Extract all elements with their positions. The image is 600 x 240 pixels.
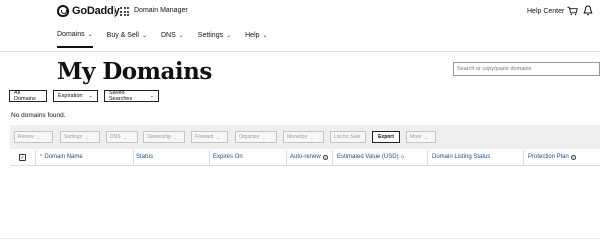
button-label: List for Sale xyxy=(334,134,361,140)
button-label: Organize xyxy=(239,134,260,140)
saved-searches-dropdown[interactable]: Saved Searches ⌄ xyxy=(104,90,159,102)
column-header-listing-status[interactable]: Domain Listing Status xyxy=(432,154,490,160)
chevron-down-icon: ⌄ xyxy=(310,134,314,140)
dns-button[interactable]: DNS ⌄ xyxy=(106,131,138,143)
godaddy-logo-icon xyxy=(57,5,69,17)
status-message: No domains found. xyxy=(11,112,66,119)
column-label: Auto-renew xyxy=(290,154,321,160)
chevron-down-icon: ⌄ xyxy=(178,33,184,39)
nav-settings[interactable]: Settings ⌄ xyxy=(198,31,231,48)
product-name[interactable]: Domain Manager xyxy=(134,7,188,14)
organize-button[interactable]: Organize ⌄ xyxy=(235,131,277,143)
forward-button[interactable]: Forward ⌄ xyxy=(191,131,228,143)
column-divider xyxy=(209,150,210,166)
settings-button[interactable]: Settings ⌄ xyxy=(60,131,100,143)
expiration-dropdown[interactable]: Expiration ⌄ xyxy=(53,90,98,102)
bottom-divider xyxy=(0,238,600,239)
nav-help[interactable]: Help ⌄ xyxy=(245,31,267,48)
expiration-label: Expiration xyxy=(58,93,83,99)
column-divider xyxy=(35,150,36,166)
chevron-down-icon: ⌄ xyxy=(149,93,154,99)
help-center-link[interactable]: Help Center xyxy=(527,8,564,15)
godaddy-logo[interactable]: GoDaddy xyxy=(57,5,120,17)
ownership-button[interactable]: Ownership ⌄ xyxy=(143,131,185,143)
info-icon[interactable]: i xyxy=(322,154,328,160)
nav-label: DNS xyxy=(160,32,176,39)
chevron-down-icon: ⌄ xyxy=(173,134,178,140)
saved-searches-label: Saved Searches xyxy=(109,90,133,102)
column-divider xyxy=(523,150,524,166)
nav-label: Buy & Sell xyxy=(106,32,139,39)
column-header-status[interactable]: Status xyxy=(136,154,153,160)
search-input[interactable]: Search or copy/paste domains xyxy=(453,62,600,76)
chevron-down-icon: ⌄ xyxy=(226,33,232,39)
button-label: Renew xyxy=(18,134,34,140)
column-label: Domain Name xyxy=(44,154,83,160)
nav-label: Settings xyxy=(197,32,224,39)
button-label: DNS xyxy=(110,134,121,140)
column-divider xyxy=(286,150,287,166)
monetize-button[interactable]: Monetize ⌄ xyxy=(283,131,324,143)
chevron-down-icon: ⌄ xyxy=(262,134,266,140)
cart-icon[interactable] xyxy=(567,6,578,16)
nav-dns[interactable]: DNS ⌄ xyxy=(161,31,184,48)
bulk-actions-toolbar: Renew ⌄ Settings ⌄ DNS ⌄ Ownership ⌄ Forward… xyxy=(10,125,600,149)
all-domains-label: All Domains xyxy=(14,90,36,102)
button-label: More xyxy=(410,134,422,140)
column-divider xyxy=(332,150,333,166)
top-header: GoDaddy Domain Manager Help Center xyxy=(0,0,600,24)
nav-label: Domains xyxy=(57,31,85,38)
chevron-down-icon: ⌄ xyxy=(88,93,93,99)
renew-button[interactable]: Renew ⌄ xyxy=(14,131,53,143)
table-header: ✓ ^ Domain Name Status Expires On Auto-r… xyxy=(10,150,600,166)
nav-divider xyxy=(0,51,600,52)
column-label: Expires On xyxy=(213,154,243,160)
header-divider xyxy=(114,6,115,18)
button-label: Monetize xyxy=(287,134,308,140)
column-divider xyxy=(427,150,428,166)
export-button[interactable]: Export xyxy=(372,131,400,143)
chevron-down-icon: ⌄ xyxy=(424,134,428,140)
column-header-expires-on[interactable]: Expires On xyxy=(213,154,243,160)
column-header-domain-name[interactable]: ^ Domain Name xyxy=(40,154,83,160)
button-label: Settings xyxy=(64,134,83,140)
appraisal-icon[interactable]: ⌂ xyxy=(401,154,405,160)
chevron-down-icon: ⌄ xyxy=(262,33,268,39)
column-header-protection-plan[interactable]: Protection Plan i xyxy=(528,154,576,160)
button-label: Export xyxy=(378,134,394,140)
chevron-down-icon: ⌄ xyxy=(85,134,89,140)
select-all-checkbox[interactable]: ✓ xyxy=(19,154,26,161)
column-divider xyxy=(133,150,134,166)
column-header-estimated-value[interactable]: Estimated Value (USD) ⌂ xyxy=(337,154,404,160)
more-button[interactable]: More ⌄ xyxy=(406,131,436,143)
button-label: Forward xyxy=(195,134,214,140)
chevron-down-icon: ⌄ xyxy=(87,32,93,38)
nav-buy-sell[interactable]: Buy & Sell ⌄ xyxy=(107,31,147,48)
info-icon[interactable]: i xyxy=(570,154,576,160)
chevron-down-icon: ⌄ xyxy=(123,134,127,140)
chevron-down-icon: ⌄ xyxy=(216,134,220,140)
page-title: My Domains xyxy=(57,58,212,85)
chevron-down-icon: ⌄ xyxy=(36,134,40,140)
column-label: Protection Plan xyxy=(528,154,569,160)
column-label: Status xyxy=(136,154,154,160)
list-for-sale-button[interactable]: List for Sale xyxy=(330,131,366,143)
nav-domains[interactable]: Domains ⌄ xyxy=(57,31,93,48)
nav-label: Help xyxy=(245,32,260,39)
column-header-auto-renew[interactable]: Auto-renew i xyxy=(290,154,328,160)
all-domains-button[interactable]: All Domains xyxy=(9,90,47,102)
main-nav: Domains ⌄ Buy & Sell ⌄ DNS ⌄ Settings ⌄ … xyxy=(57,31,282,48)
column-label: Domain Listing Status xyxy=(432,154,491,160)
apps-grid-icon[interactable] xyxy=(120,7,129,16)
bell-icon[interactable] xyxy=(583,5,593,16)
column-label: Estimated Value (USD) xyxy=(337,154,399,160)
logo-text: GoDaddy xyxy=(72,5,120,17)
button-label: Ownership xyxy=(147,134,171,140)
chevron-down-icon: ⌄ xyxy=(141,33,147,39)
sort-asc-icon: ^ xyxy=(40,154,43,160)
